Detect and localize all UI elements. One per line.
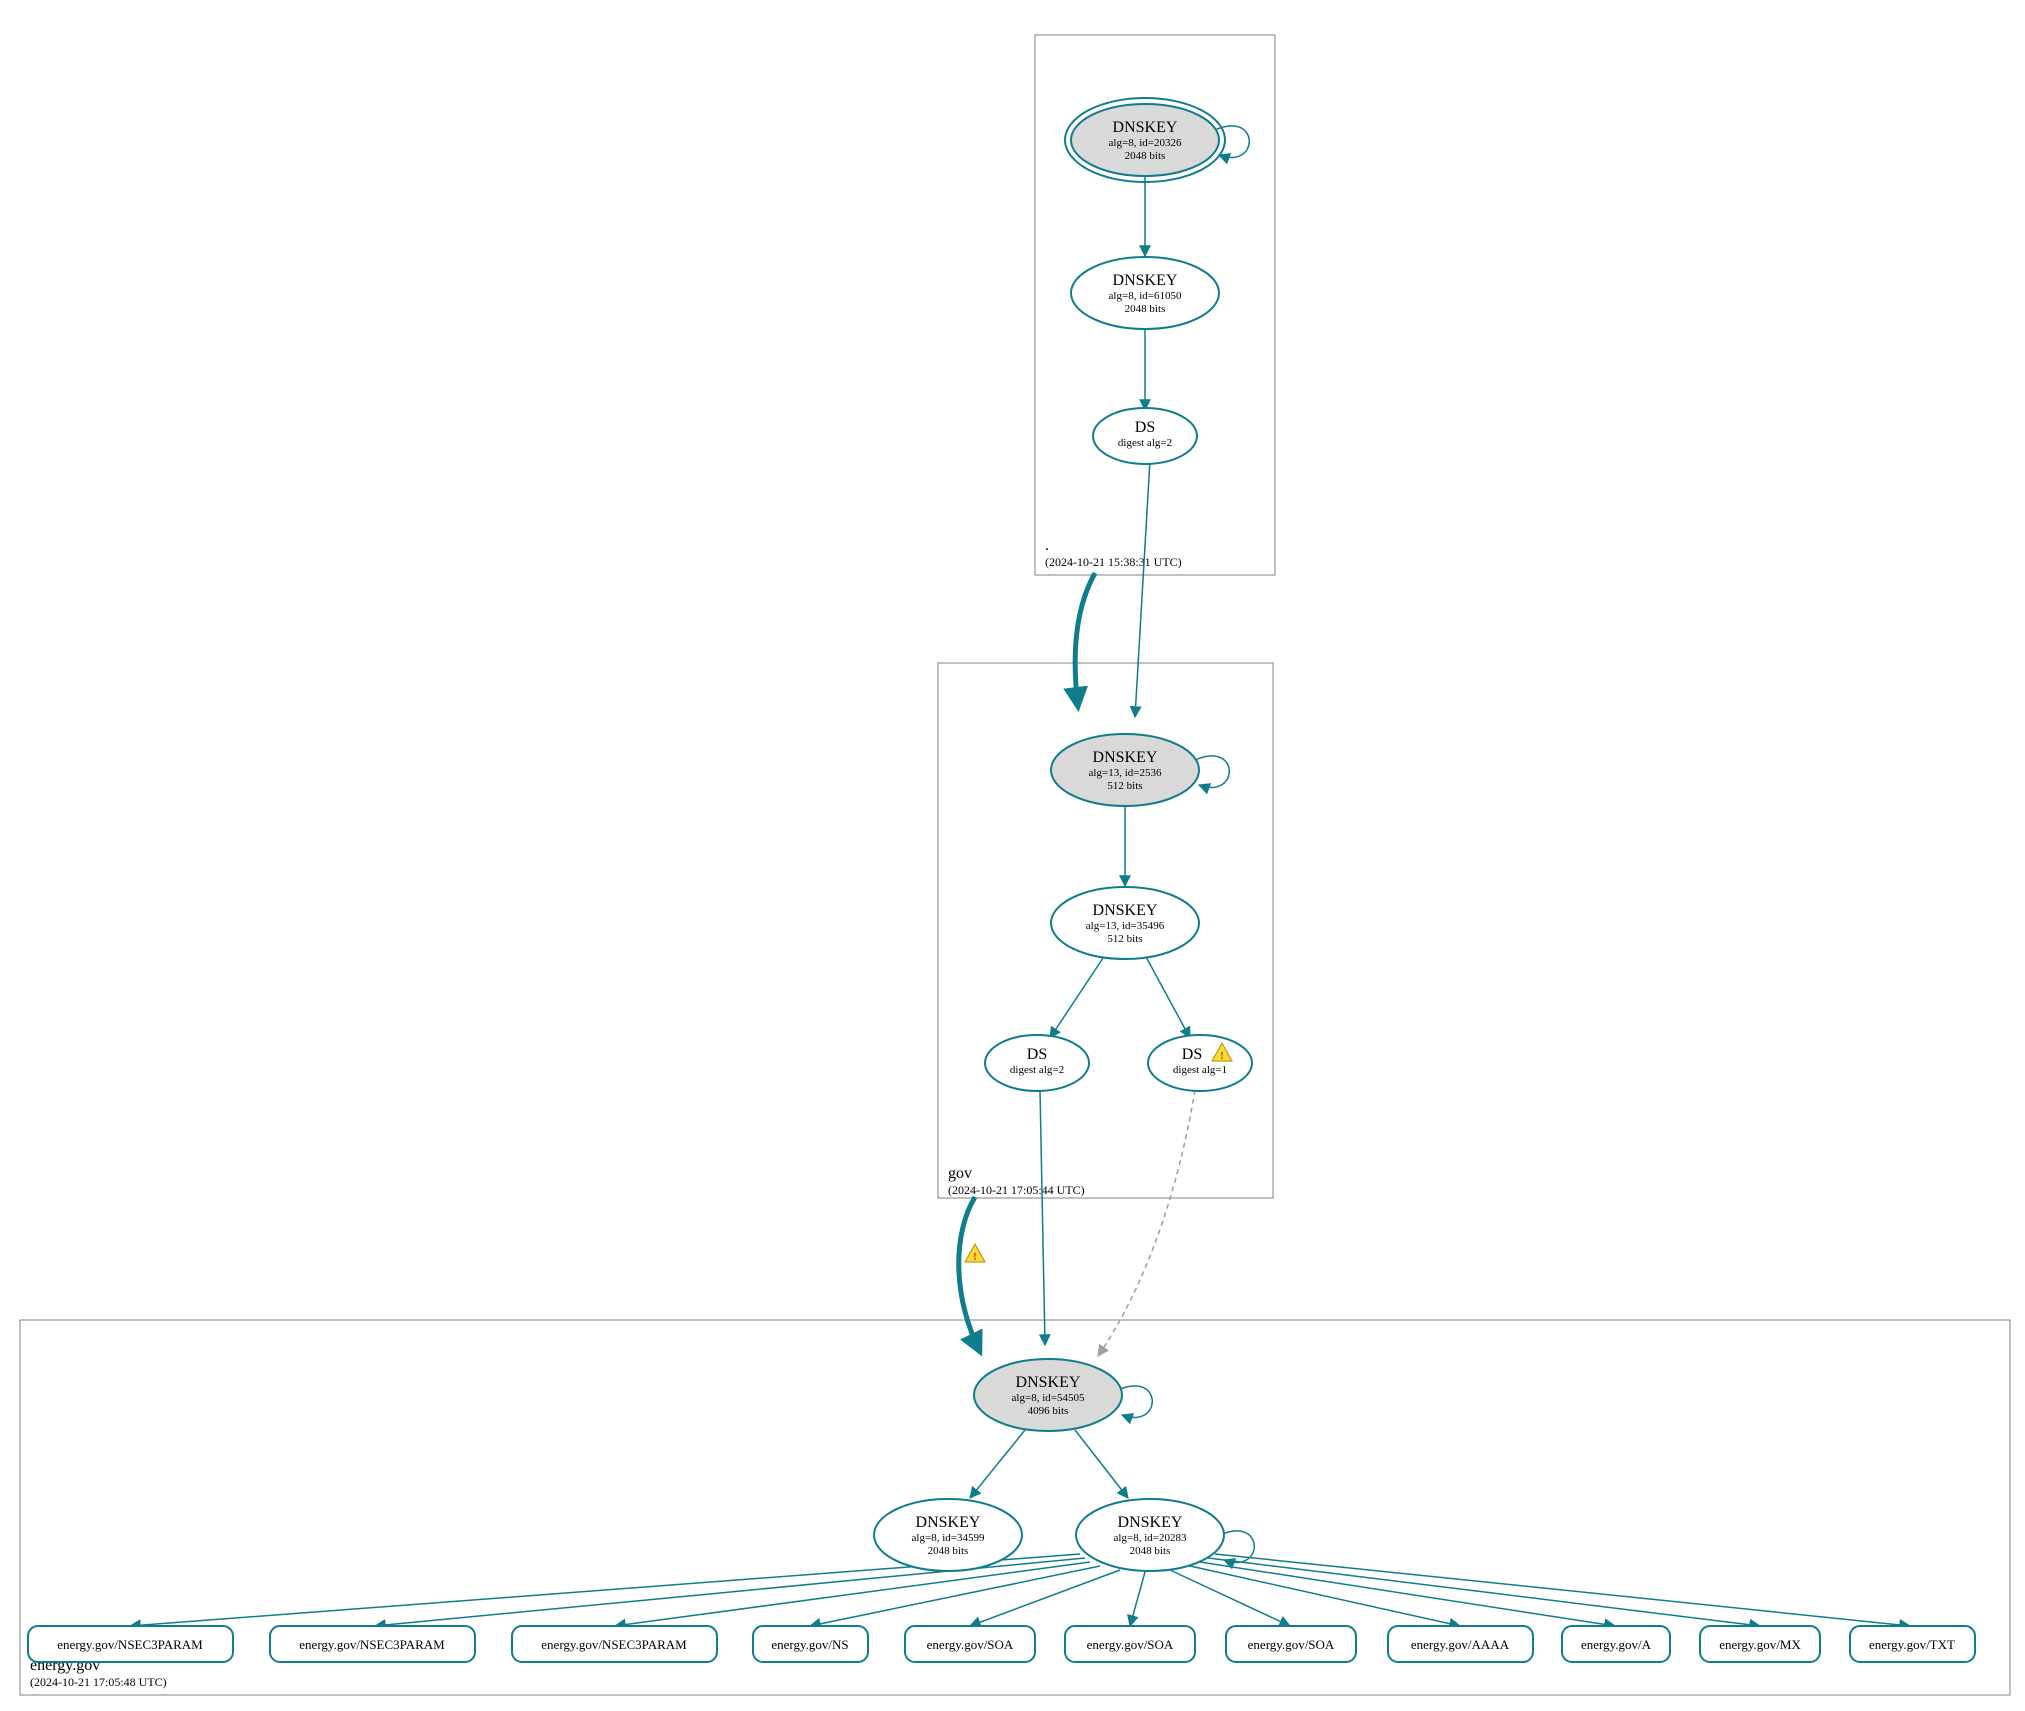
- edge-root-ksk-self: [1215, 126, 1249, 158]
- node-root-ds-l1: digest alg=2: [1118, 437, 1172, 449]
- node-eg-zsk1-l2: 2048 bits: [928, 1545, 969, 1557]
- svg-text:!: !: [973, 1251, 977, 1263]
- rrset-label: energy.gov/NSEC3PARAM: [57, 1637, 203, 1652]
- edge-eg-ksk-zsk1: [970, 1430, 1025, 1498]
- node-eg-zsk1-title: DNSKEY: [916, 1514, 981, 1531]
- dnssec-graph: . (2024-10-21 15:38:31 UTC) gov (2024-10…: [0, 0, 2025, 1711]
- node-gov-zsk-l1: alg=13, id=35496: [1086, 920, 1165, 932]
- rrset-label: energy.gov/SOA: [1087, 1637, 1174, 1652]
- rrset-node: energy.gov/A: [1562, 1626, 1670, 1662]
- edge-gov-eg-bold: [959, 1197, 980, 1352]
- node-eg-ksk-title: DNSKEY: [1016, 1374, 1081, 1391]
- rrset-label: energy.gov/SOA: [1248, 1637, 1335, 1652]
- zone-root-timestamp: (2024-10-21 15:38:31 UTC): [1045, 555, 1182, 569]
- node-root-zsk-l2: 2048 bits: [1125, 303, 1166, 315]
- edge-root-ds-gov-ksk: [1135, 460, 1150, 717]
- node-gov-ds2-l1: digest alg=2: [1010, 1064, 1064, 1076]
- rrset-node: energy.gov/SOA: [905, 1626, 1035, 1662]
- warning-icon: !: [965, 1244, 985, 1263]
- rrset-node: energy.gov/SOA: [1065, 1626, 1195, 1662]
- edge-gov-zsk-ds1: [1145, 955, 1190, 1038]
- node-gov-zsk-l2: 512 bits: [1107, 933, 1142, 945]
- node-gov-ds1-l1: digest alg=1: [1173, 1064, 1227, 1076]
- rrset-label: energy.gov/NSEC3PARAM: [299, 1637, 445, 1652]
- node-eg-zsk2-l1: alg=8, id=20283: [1114, 1532, 1187, 1544]
- edge-rr-4: [970, 1570, 1120, 1626]
- edge-gov-ksk-self: [1195, 756, 1229, 788]
- node-eg-ksk-l2: 4096 bits: [1028, 1405, 1069, 1417]
- rrset-label: energy.gov/NSEC3PARAM: [541, 1637, 687, 1652]
- node-gov-ds2: DS digest alg=2: [985, 1035, 1089, 1091]
- rrset-node: energy.gov/MX: [1700, 1626, 1820, 1662]
- node-gov-ds1: DS digest alg=1 !: [1148, 1035, 1252, 1091]
- node-gov-ds2-title: DS: [1027, 1046, 1047, 1063]
- node-root-ksk-title: DNSKEY: [1113, 119, 1178, 136]
- rrset-node: energy.gov/NSEC3PARAM: [512, 1626, 717, 1662]
- zone-root-label: .: [1045, 537, 1049, 554]
- rrset-node: energy.gov/NS: [753, 1626, 868, 1662]
- edge-rr-8: [1200, 1562, 1615, 1626]
- rrset-label: energy.gov/SOA: [927, 1637, 1014, 1652]
- edge-rr-9: [1208, 1558, 1760, 1626]
- edge-root-gov-bold: [1075, 573, 1095, 707]
- node-gov-ksk-l1: alg=13, id=2536: [1089, 767, 1162, 779]
- node-eg-zsk1: DNSKEY alg=8, id=34599 2048 bits: [874, 1499, 1022, 1571]
- node-gov-ksk-title: DNSKEY: [1093, 749, 1158, 766]
- node-eg-ksk: DNSKEY alg=8, id=54505 4096 bits: [974, 1359, 1122, 1431]
- node-eg-zsk2-title: DNSKEY: [1118, 1514, 1183, 1531]
- node-root-ksk: DNSKEY alg=8, id=20326 2048 bits: [1065, 98, 1225, 182]
- rrset-label: energy.gov/NS: [771, 1637, 848, 1652]
- node-eg-zsk2: DNSKEY alg=8, id=20283 2048 bits: [1076, 1499, 1224, 1571]
- rrset-node: energy.gov/NSEC3PARAM: [270, 1626, 475, 1662]
- edge-gov-zsk-ds2: [1050, 955, 1105, 1038]
- node-root-ksk-l2: 2048 bits: [1125, 150, 1166, 162]
- node-gov-ksk-l2: 512 bits: [1107, 780, 1142, 792]
- edge-rr-10: [1215, 1554, 1910, 1626]
- node-gov-ds1-title: DS: [1182, 1046, 1202, 1063]
- zone-gov-label: gov: [948, 1165, 972, 1182]
- rrset-label: energy.gov/A: [1581, 1637, 1652, 1652]
- node-root-ds-title: DS: [1135, 419, 1155, 436]
- rrset-label: energy.gov/AAAA: [1411, 1637, 1510, 1652]
- edge-rr-3: [810, 1566, 1100, 1626]
- edge-gov-ds1-eg-ksk-dashed: [1098, 1090, 1195, 1356]
- edge-gov-ds2-eg-ksk: [1040, 1090, 1045, 1345]
- node-root-zsk-l1: alg=8, id=61050: [1109, 290, 1182, 302]
- edge-eg-ksk-self: [1118, 1386, 1152, 1418]
- rrset-label: energy.gov/TXT: [1869, 1637, 1955, 1652]
- zone-gov-timestamp: (2024-10-21 17:05:44 UTC): [948, 1183, 1085, 1197]
- node-root-zsk: DNSKEY alg=8, id=61050 2048 bits: [1071, 257, 1219, 329]
- rrset-node: energy.gov/NSEC3PARAM: [28, 1626, 233, 1662]
- rrset-label: energy.gov/MX: [1719, 1637, 1801, 1652]
- zone-energy-timestamp: (2024-10-21 17:05:48 UTC): [30, 1675, 167, 1689]
- edge-eg-ksk-zsk2: [1075, 1430, 1128, 1498]
- node-root-ds: DS digest alg=2: [1093, 408, 1197, 464]
- node-eg-zsk1-l1: alg=8, id=34599: [912, 1532, 985, 1544]
- edge-rr-6: [1170, 1570, 1290, 1626]
- node-gov-zsk: DNSKEY alg=13, id=35496 512 bits: [1051, 887, 1199, 959]
- node-eg-ksk-l1: alg=8, id=54505: [1012, 1392, 1085, 1404]
- svg-text:!: !: [1220, 1050, 1224, 1062]
- edge-rr-5: [1130, 1572, 1145, 1626]
- rrset-node: energy.gov/AAAA: [1388, 1626, 1533, 1662]
- node-root-ksk-l1: alg=8, id=20326: [1109, 137, 1182, 149]
- node-gov-zsk-title: DNSKEY: [1093, 902, 1158, 919]
- rrset-node: energy.gov/SOA: [1226, 1626, 1356, 1662]
- node-gov-ksk: DNSKEY alg=13, id=2536 512 bits: [1051, 734, 1199, 806]
- node-root-zsk-title: DNSKEY: [1113, 272, 1178, 289]
- rrset-node: energy.gov/TXT: [1850, 1626, 1975, 1662]
- node-eg-zsk2-l2: 2048 bits: [1130, 1545, 1171, 1557]
